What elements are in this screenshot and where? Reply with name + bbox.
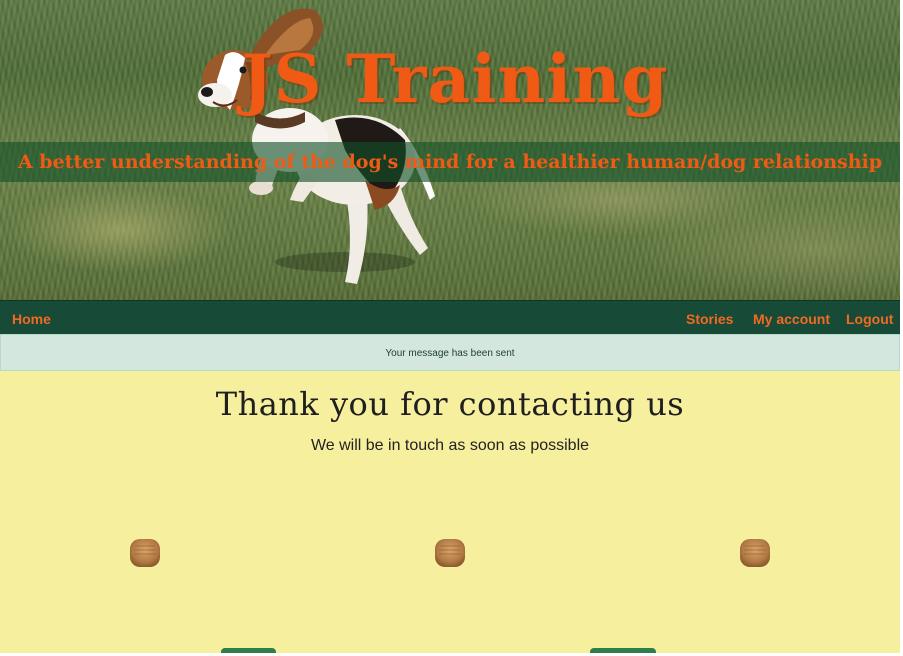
dog-treat-icon	[130, 539, 160, 567]
dog-treat-icon	[435, 539, 465, 567]
nav-home-link[interactable]: Home	[12, 301, 51, 335]
main-content: Thank you for contacting us We will be i…	[0, 371, 900, 656]
page-heading: Thank you for contacting us	[215, 385, 685, 423]
page: JS Training A better understanding of th…	[0, 0, 903, 656]
nav-my-account-link[interactable]: My account	[753, 301, 830, 335]
hero-banner: JS Training A better understanding of th…	[0, 0, 900, 300]
dog-treat-icon	[740, 539, 770, 567]
page-subheading: We will be in touch as soon as possible	[310, 437, 590, 454]
site-tagline: A better understanding of the dog's mind…	[17, 151, 883, 173]
main-navbar: Home Stories My account Logout	[0, 300, 900, 334]
site-title[interactable]: JS Training	[0, 40, 900, 118]
nav-stories-link[interactable]: Stories	[686, 301, 733, 335]
success-alert: Your message has been sent	[0, 334, 900, 371]
nav-logout-link[interactable]: Logout	[846, 301, 893, 335]
